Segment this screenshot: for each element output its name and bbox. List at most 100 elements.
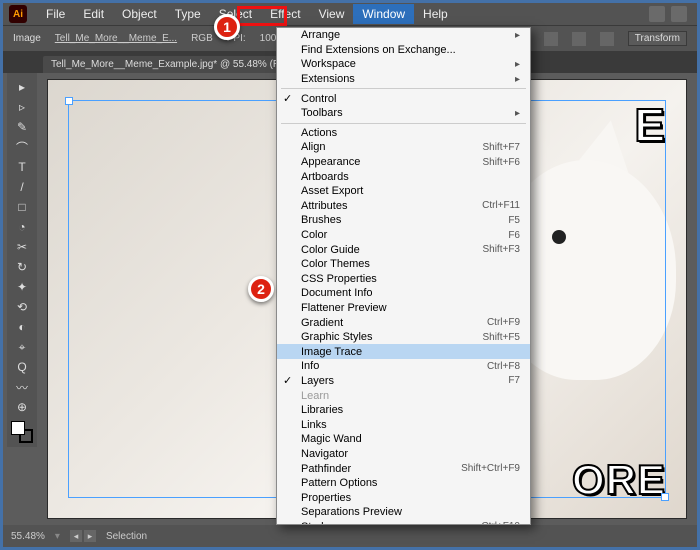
menu-window[interactable]: Window [353, 4, 414, 24]
menu-item-image-trace[interactable]: Image Trace [277, 344, 530, 359]
callout-badge-1: 1 [214, 14, 240, 40]
tool-button[interactable]: ▹ [10, 98, 34, 116]
menu-item-workspace[interactable]: Workspace▸ [277, 57, 530, 72]
tool-button[interactable]: / [10, 178, 34, 196]
artboard-next-icon[interactable]: ▸ [84, 530, 96, 542]
menu-item-control[interactable]: Control [277, 91, 530, 106]
menu-separator [281, 123, 526, 124]
tool-button[interactable]: T [10, 158, 34, 176]
menu-shortcut: Shift+F3 [482, 244, 520, 255]
tools-panel: ▸ ▹ ✎ ⌒ T / □ ◔ ✂ ↻ ✦ ⟲ ◐ ⌖ Q 〰 ⊕ [7, 73, 37, 447]
menu-item-flattener-preview[interactable]: Flattener Preview [277, 301, 530, 316]
menu-item-label: Magic Wand [301, 433, 362, 445]
app-icon: Ai [9, 5, 27, 23]
menu-item-label: Color Guide [301, 244, 360, 256]
menu-view[interactable]: View [310, 4, 354, 24]
menu-item-pathfinder[interactable]: PathfinderShift+Ctrl+F9 [277, 461, 530, 476]
menu-item-pattern-options[interactable]: Pattern Options [277, 476, 530, 491]
tool-button[interactable]: ✦ [10, 278, 34, 296]
menu-item-align[interactable]: AlignShift+F7 [277, 140, 530, 155]
tool-button[interactable]: ⟲ [10, 298, 34, 316]
menubar: Ai FileEditObjectTypeSelectEffectViewWin… [3, 3, 697, 25]
menu-item-navigator[interactable]: Navigator [277, 447, 530, 462]
tool-button[interactable]: ▸ [10, 78, 34, 96]
menu-item-appearance[interactable]: AppearanceShift+F6 [277, 155, 530, 170]
menu-item-label: CSS Properties [301, 273, 377, 285]
tool-mode-label: Selection [106, 531, 147, 542]
menu-item-label: Brushes [301, 214, 341, 226]
zoom-level[interactable]: 55.48% [11, 531, 45, 542]
menu-item-magic-wand[interactable]: Magic Wand [277, 432, 530, 447]
tool-button[interactable]: ⌒ [10, 138, 34, 156]
menu-item-label: Pattern Options [301, 477, 377, 489]
menu-item-actions[interactable]: Actions [277, 126, 530, 141]
tool-button[interactable]: ◐ [10, 318, 34, 336]
menu-shortcut: F5 [508, 215, 520, 226]
menu-item-properties[interactable]: Properties [277, 490, 530, 505]
menu-item-layers[interactable]: LayersF7 [277, 374, 530, 389]
menu-help[interactable]: Help [414, 4, 457, 24]
menu-item-stroke[interactable]: StrokeCtrl+F10 [277, 520, 530, 525]
menu-item-label: Separations Preview [301, 506, 402, 518]
menu-item-info[interactable]: InfoCtrl+F8 [277, 359, 530, 374]
menu-item-css-properties[interactable]: CSS Properties [277, 272, 530, 287]
menu-item-brushes[interactable]: Brushes F5 [277, 213, 530, 228]
menu-item-asset-export[interactable]: Asset Export [277, 184, 530, 199]
menu-item-arrange[interactable]: Arrange▸ [277, 28, 530, 43]
tool-button[interactable]: □ [10, 198, 34, 216]
tool-button[interactable]: Q [10, 358, 34, 376]
menu-item-separations-preview[interactable]: Separations Preview [277, 505, 530, 520]
tool-button[interactable]: ◔ [10, 218, 34, 236]
menu-item-color-guide[interactable]: Color Guide Shift+F3 [277, 242, 530, 257]
menu-item-label: Toolbars [301, 107, 343, 119]
tool-button[interactable]: ↻ [10, 258, 34, 276]
menu-item-label: Gradient [301, 317, 343, 329]
menu-item-label: Graphic Styles [301, 331, 373, 343]
tool-button[interactable]: ✎ [10, 118, 34, 136]
menu-item-libraries[interactable]: Libraries [277, 403, 530, 418]
menu-item-label: Links [301, 419, 327, 431]
linked-filename[interactable]: Tell_Me_More__Meme_E... [55, 33, 177, 44]
tool-button[interactable]: ⌖ [10, 338, 34, 356]
menu-object[interactable]: Object [113, 4, 166, 24]
transform-button[interactable]: Transform [628, 31, 687, 46]
layout-icon[interactable] [649, 6, 665, 22]
menu-item-artboards[interactable]: Artboards [277, 169, 530, 184]
menu-effect[interactable]: Effect [261, 4, 309, 24]
align-icon[interactable] [544, 32, 558, 46]
menu-item-label: Flattener Preview [301, 302, 387, 314]
artboard-prev-icon[interactable]: ◂ [70, 530, 82, 542]
menu-item-label: Attributes [301, 200, 347, 212]
align-icon[interactable] [600, 32, 614, 46]
menu-item-graphic-styles[interactable]: Graphic StylesShift+F5 [277, 330, 530, 345]
menu-item-color-themes[interactable]: Color Themes [277, 257, 530, 272]
layout-icon[interactable] [671, 6, 687, 22]
ppi-value: 100 [260, 33, 277, 44]
tool-button[interactable]: ✂ [10, 238, 34, 256]
menu-file[interactable]: File [37, 4, 74, 24]
menu-shortcut: F7 [508, 375, 520, 386]
menu-item-color[interactable]: ColorF6 [277, 228, 530, 243]
menu-item-label: Color [301, 229, 327, 241]
menu-item-document-info[interactable]: Document Info [277, 286, 530, 301]
menu-item-extensions[interactable]: Extensions▸ [277, 72, 530, 87]
menu-item-label: Align [301, 141, 325, 153]
menu-edit[interactable]: Edit [74, 4, 113, 24]
tool-button[interactable]: 〰 [10, 378, 34, 396]
menu-item-links[interactable]: Links [277, 417, 530, 432]
menu-item-gradient[interactable]: GradientCtrl+F9 [277, 315, 530, 330]
submenu-arrow-icon: ▸ [515, 59, 520, 70]
menu-item-label: Document Info [301, 287, 373, 299]
menu-item-learn: Learn [277, 388, 530, 403]
submenu-arrow-icon: ▸ [515, 108, 520, 119]
align-icon[interactable] [572, 32, 586, 46]
tool-button[interactable]: ⊕ [10, 398, 34, 416]
menu-item-find-extensions-on-exchange[interactable]: Find Extensions on Exchange... [277, 43, 530, 58]
menu-separator [281, 88, 526, 89]
menu-shortcut: Ctrl+F10 [481, 521, 520, 525]
fill-stroke-swatch[interactable] [11, 421, 33, 443]
menu-item-label: Info [301, 360, 319, 372]
menu-item-attributes[interactable]: AttributesCtrl+F11 [277, 199, 530, 214]
menu-item-toolbars[interactable]: Toolbars ▸ [277, 106, 530, 121]
menu-type[interactable]: Type [166, 4, 210, 24]
